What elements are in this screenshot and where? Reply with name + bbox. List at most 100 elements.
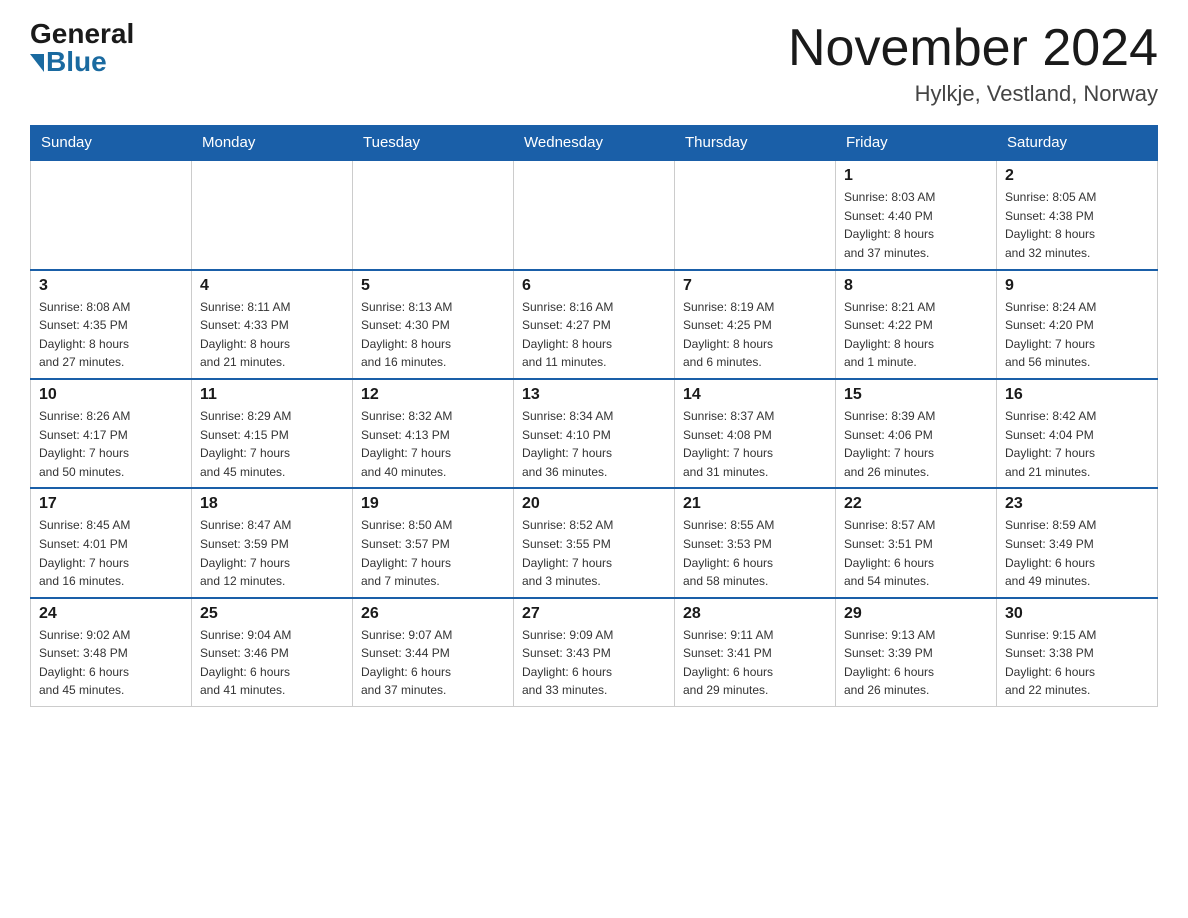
table-row [353, 160, 514, 269]
day-number: 23 [1005, 495, 1149, 513]
day-info: Sunrise: 8:24 AM Sunset: 4:20 PM Dayligh… [1005, 298, 1149, 372]
day-info: Sunrise: 8:52 AM Sunset: 3:55 PM Dayligh… [522, 516, 666, 590]
table-row: 27Sunrise: 9:09 AM Sunset: 3:43 PM Dayli… [514, 598, 675, 707]
logo: General Blue [30, 20, 134, 76]
table-row: 12 Sunrise: 8:32 AM Sunset: 4:13 PM Dayli… [353, 379, 514, 488]
day-number: 7 [683, 277, 827, 295]
col-friday: Friday [836, 126, 997, 161]
table-row: 5 Sunrise: 8:13 AM Sunset: 4:30 PM Daylig… [353, 270, 514, 379]
day-number: 22 [844, 495, 988, 513]
day-number: 1 [844, 167, 988, 185]
day-info: Sunrise: 8:57 AM Sunset: 3:51 PM Dayligh… [844, 516, 988, 590]
table-row: 10 Sunrise: 8:26 AM Sunset: 4:17 PM Dayli… [31, 379, 192, 488]
calendar-week-row: 1 Sunrise: 8:03 AM Sunset: 4:40 PM Daylig… [31, 160, 1158, 269]
table-row: 4 Sunrise: 8:11 AM Sunset: 4:33 PM Daylig… [192, 270, 353, 379]
day-info: Sunrise: 8:37 AM Sunset: 4:08 PM Dayligh… [683, 407, 827, 481]
day-number: 12 [361, 386, 505, 404]
day-number: 17 [39, 495, 183, 513]
day-number: 10 [39, 386, 183, 404]
day-number: 15 [844, 386, 988, 404]
table-row: 22 Sunrise: 8:57 AM Sunset: 3:51 PM Dayli… [836, 488, 997, 597]
table-row: 28Sunrise: 9:11 AM Sunset: 3:41 PM Dayli… [675, 598, 836, 707]
day-number: 14 [683, 386, 827, 404]
day-number: 5 [361, 277, 505, 295]
table-row: 13Sunrise: 8:34 AM Sunset: 4:10 PM Dayli… [514, 379, 675, 488]
day-number: 16 [1005, 386, 1149, 404]
table-row: 6Sunrise: 8:16 AM Sunset: 4:27 PM Daylig… [514, 270, 675, 379]
day-info: Sunrise: 9:13 AM Sunset: 3:39 PM Dayligh… [844, 626, 988, 700]
day-info: Sunrise: 8:13 AM Sunset: 4:30 PM Dayligh… [361, 298, 505, 372]
day-info: Sunrise: 8:39 AM Sunset: 4:06 PM Dayligh… [844, 407, 988, 481]
table-row: 25 Sunrise: 9:04 AM Sunset: 3:46 PM Dayli… [192, 598, 353, 707]
calendar-header-row: Sunday Monday Tuesday Wednesday Thursday… [31, 126, 1158, 161]
day-info: Sunrise: 8:29 AM Sunset: 4:15 PM Dayligh… [200, 407, 344, 481]
table-row: 19Sunrise: 8:50 AM Sunset: 3:57 PM Dayli… [353, 488, 514, 597]
table-row [514, 160, 675, 269]
table-row: 30Sunrise: 9:15 AM Sunset: 3:38 PM Dayli… [997, 598, 1158, 707]
day-number: 18 [200, 495, 344, 513]
day-info: Sunrise: 8:19 AM Sunset: 4:25 PM Dayligh… [683, 298, 827, 372]
table-row: 9 Sunrise: 8:24 AM Sunset: 4:20 PM Daylig… [997, 270, 1158, 379]
day-info: Sunrise: 8:55 AM Sunset: 3:53 PM Dayligh… [683, 516, 827, 590]
day-number: 4 [200, 277, 344, 295]
col-monday: Monday [192, 126, 353, 161]
day-info: Sunrise: 9:07 AM Sunset: 3:44 PM Dayligh… [361, 626, 505, 700]
day-number: 20 [522, 495, 666, 513]
day-info: Sunrise: 8:08 AM Sunset: 4:35 PM Dayligh… [39, 298, 183, 372]
calendar-table: Sunday Monday Tuesday Wednesday Thursday… [30, 125, 1158, 707]
table-row: 18 Sunrise: 8:47 AM Sunset: 3:59 PM Dayli… [192, 488, 353, 597]
table-row: 16 Sunrise: 8:42 AM Sunset: 4:04 PM Dayli… [997, 379, 1158, 488]
table-row: 1 Sunrise: 8:03 AM Sunset: 4:40 PM Daylig… [836, 160, 997, 269]
table-row: 29 Sunrise: 9:13 AM Sunset: 3:39 PM Dayli… [836, 598, 997, 707]
calendar-week-row: 17 Sunrise: 8:45 AM Sunset: 4:01 PM Dayli… [31, 488, 1158, 597]
day-number: 27 [522, 605, 666, 623]
col-saturday: Saturday [997, 126, 1158, 161]
col-wednesday: Wednesday [514, 126, 675, 161]
day-number: 8 [844, 277, 988, 295]
day-number: 2 [1005, 167, 1149, 185]
table-row: 20 Sunrise: 8:52 AM Sunset: 3:55 PM Dayli… [514, 488, 675, 597]
day-info: Sunrise: 8:47 AM Sunset: 3:59 PM Dayligh… [200, 516, 344, 590]
day-number: 29 [844, 605, 988, 623]
calendar-title-section: November 2024 Hylkje, Vestland, Norway [788, 20, 1158, 107]
table-row: 7 Sunrise: 8:19 AM Sunset: 4:25 PM Daylig… [675, 270, 836, 379]
calendar-week-row: 10 Sunrise: 8:26 AM Sunset: 4:17 PM Dayli… [31, 379, 1158, 488]
day-number: 25 [200, 605, 344, 623]
table-row: 17 Sunrise: 8:45 AM Sunset: 4:01 PM Dayli… [31, 488, 192, 597]
day-info: Sunrise: 8:32 AM Sunset: 4:13 PM Dayligh… [361, 407, 505, 481]
day-info: Sunrise: 8:05 AM Sunset: 4:38 PM Dayligh… [1005, 188, 1149, 262]
table-row: 15 Sunrise: 8:39 AM Sunset: 4:06 PM Dayli… [836, 379, 997, 488]
table-row [31, 160, 192, 269]
table-row [192, 160, 353, 269]
col-tuesday: Tuesday [353, 126, 514, 161]
day-info: Sunrise: 8:42 AM Sunset: 4:04 PM Dayligh… [1005, 407, 1149, 481]
day-number: 28 [683, 605, 827, 623]
table-row: 14 Sunrise: 8:37 AM Sunset: 4:08 PM Dayli… [675, 379, 836, 488]
day-number: 9 [1005, 277, 1149, 295]
day-info: Sunrise: 8:03 AM Sunset: 4:40 PM Dayligh… [844, 188, 988, 262]
day-info: Sunrise: 9:04 AM Sunset: 3:46 PM Dayligh… [200, 626, 344, 700]
table-row [675, 160, 836, 269]
day-info: Sunrise: 8:11 AM Sunset: 4:33 PM Dayligh… [200, 298, 344, 372]
day-number: 13 [522, 386, 666, 404]
day-number: 26 [361, 605, 505, 623]
calendar-location: Hylkje, Vestland, Norway [788, 81, 1158, 107]
table-row: 24Sunrise: 9:02 AM Sunset: 3:48 PM Dayli… [31, 598, 192, 707]
table-row: 2 Sunrise: 8:05 AM Sunset: 4:38 PM Daylig… [997, 160, 1158, 269]
table-row: 3Sunrise: 8:08 AM Sunset: 4:35 PM Daylig… [31, 270, 192, 379]
col-sunday: Sunday [31, 126, 192, 161]
day-info: Sunrise: 8:59 AM Sunset: 3:49 PM Dayligh… [1005, 516, 1149, 590]
table-row: 26 Sunrise: 9:07 AM Sunset: 3:44 PM Dayli… [353, 598, 514, 707]
day-number: 24 [39, 605, 183, 623]
day-info: Sunrise: 8:45 AM Sunset: 4:01 PM Dayligh… [39, 516, 183, 590]
day-number: 21 [683, 495, 827, 513]
day-info: Sunrise: 8:26 AM Sunset: 4:17 PM Dayligh… [39, 407, 183, 481]
page-header: General Blue November 2024 Hylkje, Vestl… [30, 20, 1158, 107]
day-number: 19 [361, 495, 505, 513]
table-row: 23 Sunrise: 8:59 AM Sunset: 3:49 PM Dayli… [997, 488, 1158, 597]
logo-general-text: General [30, 20, 134, 48]
logo-arrow-icon [30, 54, 44, 72]
calendar-week-row: 24Sunrise: 9:02 AM Sunset: 3:48 PM Dayli… [31, 598, 1158, 707]
calendar-month-year: November 2024 [788, 20, 1158, 77]
table-row: 8Sunrise: 8:21 AM Sunset: 4:22 PM Daylig… [836, 270, 997, 379]
